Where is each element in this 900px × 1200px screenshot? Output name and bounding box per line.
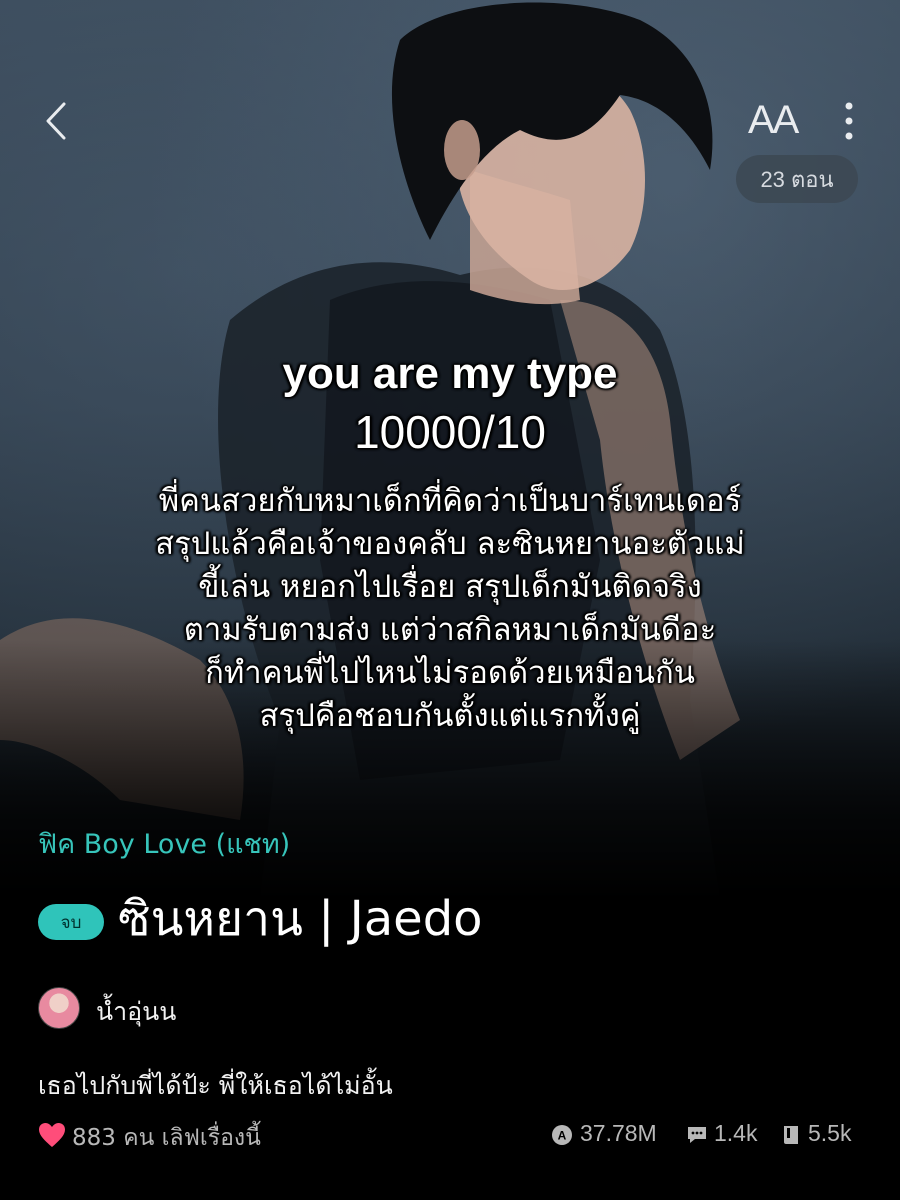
cover-line: สรุปคือชอบกันตั้งแต่แรกทั้งคู่ xyxy=(259,698,641,734)
cover-line: ขี้เล่น หยอกไปเรื่อย สรุปเด็กมันติดจริง xyxy=(198,569,702,605)
status-badge: จบ xyxy=(38,904,104,940)
genre-link[interactable]: ฟิค Boy Love (แชท) xyxy=(38,822,290,865)
cover-line: ก็ทำคนพี่ไปไหนไม่รอดด้วยเหมือนกัน xyxy=(205,655,695,691)
cover-line: สรุปแล้วคือเจ้าของคลับ ละซินหยานอะตัวแม่ xyxy=(155,526,745,562)
cover-line: ตามรับตามส่ง แต่ว่าสกิลหมาเด็กมันดีอะ xyxy=(183,612,717,648)
heart-icon[interactable] xyxy=(38,1122,66,1148)
cover-description: พี่คนสวยกับหมาเด็กที่คิดว่าเป็นบาร์เทนเด… xyxy=(0,480,900,738)
font-size-button[interactable]: AA xyxy=(748,98,799,143)
stats-row: 883 คน เลิฟเรื่องนี้ A 37.78M 1.4k 5.5k xyxy=(0,1118,900,1154)
chevron-left-icon xyxy=(46,102,66,140)
views-count: 37.78M xyxy=(580,1120,657,1146)
likes-count: 883 คน เลิฟเรื่องนี้ xyxy=(72,1125,261,1151)
author-avatar[interactable] xyxy=(38,987,80,1029)
story-title: ซินหยาน | Jaedo xyxy=(118,891,483,947)
story-tagline: เธอไปกับพี่ได้ป้ะ พี่ให้เธอได้ไม่อั้น xyxy=(38,1071,393,1100)
more-vertical-icon xyxy=(845,102,853,140)
episode-count-badge: 23 ตอน xyxy=(736,155,858,203)
bookmarks-count: 5.5k xyxy=(808,1120,852,1146)
eye-icon: A xyxy=(552,1125,572,1145)
comments-count: 1.4k xyxy=(714,1120,758,1146)
svg-text:A: A xyxy=(558,1129,567,1143)
comment-icon xyxy=(688,1127,706,1143)
cover-score: 10000/10 xyxy=(354,406,546,458)
cover-title: you are my type xyxy=(282,349,618,398)
more-button[interactable] xyxy=(834,100,864,144)
author-name[interactable]: น้ำอุ่นน xyxy=(96,992,176,1032)
book-icon xyxy=(784,1126,798,1144)
cover-line: พี่คนสวยกับหมาเด็กที่คิดว่าเป็นบาร์เทนเด… xyxy=(158,483,742,519)
back-button[interactable] xyxy=(36,96,80,146)
